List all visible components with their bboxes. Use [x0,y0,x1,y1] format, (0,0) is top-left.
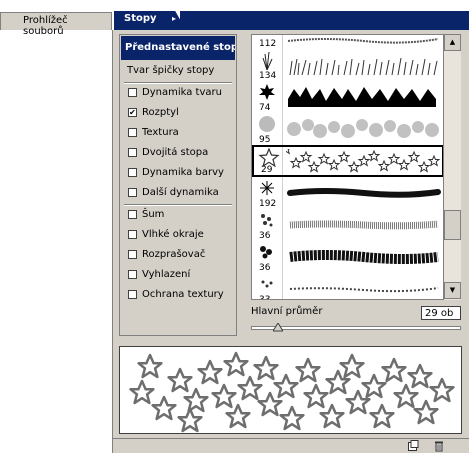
separator [124,82,232,84]
option-noise[interactable]: Šum [126,207,234,223]
brush-tip-shape-item[interactable]: Tvar špičky stopy [121,61,235,81]
tab-strip-fill [180,11,469,30]
trash-icon[interactable] [433,440,445,452]
brush-row[interactable]: 33 [252,273,444,300]
diameter-input[interactable]: 29 ob [421,306,461,320]
option-label: Rozptyl [142,107,179,118]
scroll-up-icon[interactable]: ▲ [444,34,461,51]
option-airbrush[interactable]: Rozprašovač [126,247,234,263]
star-stroke-preview [129,351,455,433]
tab-brushes[interactable]: Stopy ▸ [114,11,186,30]
option-texture[interactable]: Textura [126,125,234,141]
option-label: Textura [142,127,179,138]
brush-row[interactable]: 134 [252,49,444,81]
option-label: Rozprašovač [142,249,206,260]
option-smoothing[interactable]: Vyhlazení [126,267,234,283]
scroll-thumb[interactable] [444,210,461,240]
option-other-dynamics[interactable]: Další dynamika [126,185,234,201]
option-label: Dvojitá stopa [142,147,209,158]
brush-stroke-preview [287,188,441,198]
slider-knob-icon[interactable] [273,323,283,333]
brush-presets-item[interactable]: Přednastavené stopy [121,36,235,60]
brush-list-scrollbar[interactable]: ▲ ▼ [443,34,461,300]
option-label: Vlhké okraje [142,229,204,240]
option-scattering[interactable]: ✔ Rozptyl [126,105,234,121]
option-label: Ochrana textury [142,289,224,300]
brush-size: 33 [259,295,271,300]
brush-row[interactable]: 192 [252,177,444,209]
checkbox[interactable] [128,290,137,299]
checkbox[interactable] [128,270,137,279]
brush-size: 36 [259,231,271,241]
brush-row[interactable]: 95 [252,113,444,145]
tab-brushes-label: Stopy [124,13,157,24]
brush-stroke-preview [287,119,439,138]
brush-stroke-preview [286,149,440,172]
option-label: Šum [142,209,165,220]
brush-preset-list: 112 134 74 95 29 192 36 36 33 [251,34,461,300]
brush-size: 112 [259,39,277,49]
tab-file-browser[interactable]: Prohlížeč souborů [0,12,112,37]
option-label: Další dynamika [142,187,219,198]
checkbox[interactable] [128,168,137,177]
rough-brush-icon [260,246,272,259]
checkbox[interactable] [128,230,137,239]
scroll-down-icon[interactable]: ▼ [444,282,461,299]
brush-settings-list: Přednastavené stopy Tvar špičky stopy Dy… [119,34,237,336]
brush-row[interactable]: 112 [252,35,444,49]
option-label: Vyhlazení [142,269,191,280]
maple-leaf-icon [259,84,275,100]
brush-size: 134 [259,71,277,81]
checkbox[interactable] [128,188,137,197]
soft-leaf-icon [259,116,275,132]
dry-brush-icon [261,280,273,288]
option-wet-edges[interactable]: Vlhké okraje [126,227,234,243]
diameter-label: Hlavní průměr [251,306,323,317]
brush-size: 74 [259,103,271,113]
brush-row[interactable]: 74 [252,81,444,113]
brushes-panel: Přednastavené stopy Tvar špičky stopy Dy… [112,30,469,453]
arrow-right-icon[interactable]: ▸ [172,14,176,23]
checkbox[interactable] [128,128,137,137]
brush-stroke-preview [289,57,438,76]
checkbox[interactable] [128,148,137,157]
checkbox[interactable] [128,88,137,97]
brush-stroke-preview [289,250,439,264]
chalk-brush-icon [261,214,273,227]
brush-size: 29 [261,165,273,175]
brush-stroke-preview [287,38,439,44]
tab-strip: Prohlížeč souborů Stopy ▸ [0,10,469,37]
option-color-dynamics[interactable]: Dynamika barvy [126,165,234,181]
brush-size: 36 [259,263,271,273]
option-protect-texture[interactable]: Ochrana textury [126,287,234,303]
option-shape-dynamics[interactable]: Dynamika tvaru [126,85,234,101]
brush-stroke-preview [288,87,436,107]
spark-icon [260,181,274,195]
brush-row[interactable]: 36 [252,241,444,273]
brush-row-selected[interactable]: 29 [252,145,444,177]
option-label: Dynamika barvy [142,167,224,178]
checkbox[interactable]: ✔ [128,108,137,117]
option-dual-brush[interactable]: Dvojitá stopa [126,145,234,161]
checkbox[interactable] [128,210,137,219]
panel-bottom-bar [113,438,469,453]
checkbox[interactable] [128,250,137,259]
brush-stroke-preview [289,220,439,230]
brush-row[interactable]: 36 [252,209,444,241]
grass-brush-icon [262,51,273,70]
tab-file-browser-label: Prohlížeč souborů [23,15,68,37]
brush-size: 192 [259,199,277,209]
brush-size: 95 [259,135,271,145]
option-label: Dynamika tvaru [142,87,222,98]
separator [124,204,232,206]
stroke-preview [119,346,462,434]
brush-stroke-preview [289,287,439,293]
new-preset-icon[interactable] [407,440,419,452]
